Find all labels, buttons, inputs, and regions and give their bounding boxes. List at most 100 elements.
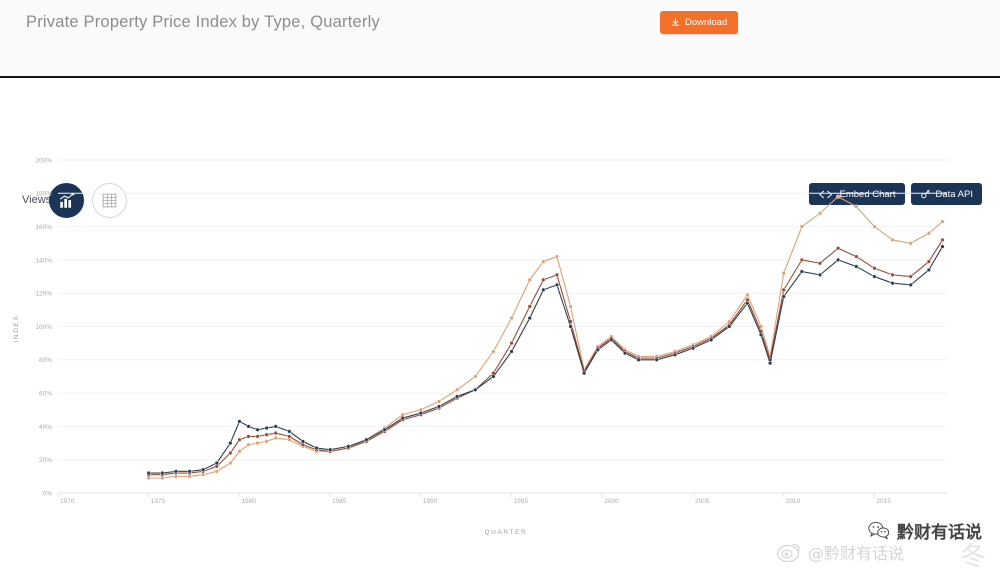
series-marker <box>554 272 560 278</box>
x-axis-tick-label: 1995 <box>514 498 529 505</box>
series-marker <box>187 469 192 474</box>
series-marker <box>926 231 931 236</box>
series-marker <box>491 374 496 379</box>
y-axis-tick-label: 100% <box>35 324 52 331</box>
x-axis-tick-label: 1985 <box>332 498 347 505</box>
x-axis-tick-label: 2000 <box>604 498 619 505</box>
series-marker <box>418 410 423 416</box>
series-marker <box>255 427 260 432</box>
weibo-eye-icon <box>776 543 800 563</box>
series-marker <box>940 244 945 249</box>
series-marker <box>382 427 387 432</box>
chart-container: 0% 20% 40% 60% 80% 100% 120% 140% 160% 180% 200% 19… <box>0 148 1000 548</box>
series-marker <box>609 337 614 342</box>
series-marker <box>654 357 659 362</box>
chart-series <box>146 194 945 481</box>
series-marker <box>554 254 560 259</box>
series-marker <box>509 341 514 346</box>
chart-page: Private Property Price Index by Type, Qu… <box>0 0 1000 580</box>
series-marker <box>287 434 292 439</box>
series-marker <box>890 281 895 286</box>
series-marker <box>836 194 841 199</box>
series-marker <box>255 434 260 439</box>
series-marker <box>890 237 895 243</box>
series-marker <box>287 429 292 434</box>
y-axis-tick-label: 200% <box>35 157 52 164</box>
series-marker <box>473 387 478 392</box>
weibo-watermark-handle: @黔财有话说 <box>807 544 904 563</box>
series-marker <box>817 211 823 216</box>
price-index-line-chart: 0% 20% 40% 60% 80% 100% 120% 140% 160% 180% 200% 19… <box>13 157 947 536</box>
y-axis-tick-label: 60% <box>39 391 52 398</box>
series-marker <box>872 274 877 279</box>
series-marker <box>727 324 732 329</box>
series-marker <box>908 241 913 246</box>
chart-toolbar: Views: Embed Chart Data API <box>0 78 1000 218</box>
series-marker <box>745 292 750 297</box>
series-marker <box>527 304 532 309</box>
series-marker <box>799 224 804 229</box>
series-marker <box>672 352 677 357</box>
series-marker <box>228 460 233 466</box>
x-axis-tick-label: 1970 <box>60 498 75 505</box>
y-axis-tick-label: 120% <box>35 291 52 298</box>
series-marker <box>237 449 242 454</box>
series-marker <box>273 435 278 441</box>
series-marker <box>622 351 628 356</box>
series-marker <box>273 424 278 429</box>
series-marker <box>364 437 369 442</box>
series-marker <box>160 470 165 476</box>
series-marker <box>491 349 496 354</box>
series-marker <box>940 237 945 243</box>
series-marker <box>872 266 877 271</box>
series-marker <box>709 337 714 342</box>
series-marker <box>908 274 913 279</box>
page-header: Private Property Price Index by Type, Qu… <box>0 0 1000 78</box>
series-marker <box>455 394 460 399</box>
series-marker <box>473 374 478 379</box>
y-axis-title: INDEX <box>13 315 20 343</box>
series-marker <box>237 419 242 424</box>
series-marker <box>817 261 823 266</box>
series-marker <box>228 440 233 446</box>
x-axis-tick-label: 2015 <box>876 498 891 505</box>
series-marker <box>568 324 573 329</box>
weibo-watermark: @黔财有话说 <box>776 540 904 564</box>
x-axis-tick-label: 2005 <box>695 498 710 505</box>
y-axis-tick-label: 80% <box>39 357 52 364</box>
page-title: Private Property Price Index by Type, Qu… <box>26 13 380 31</box>
series-marker <box>781 287 786 292</box>
series-marker <box>799 257 804 263</box>
series-marker <box>201 467 206 472</box>
series-marker <box>582 370 587 376</box>
series-marker <box>541 259 546 264</box>
series-marker <box>146 470 151 476</box>
download-button[interactable]: Download <box>660 11 739 34</box>
series-marker <box>758 332 764 337</box>
series-marker <box>314 445 319 451</box>
series-marker <box>246 442 251 447</box>
series-marker <box>890 272 895 278</box>
series-marker <box>908 282 913 288</box>
series-marker <box>817 272 823 278</box>
download-arrow-icon <box>671 18 680 26</box>
series-marker <box>595 347 600 352</box>
series-marker <box>527 316 532 321</box>
x-axis-tick-label: 1975 <box>151 498 166 505</box>
series-marker <box>264 432 269 437</box>
x-axis-title: QUARTER <box>485 529 528 536</box>
series-marker <box>854 264 859 269</box>
series-marker <box>328 447 333 452</box>
series-marker <box>940 219 945 224</box>
series-marker <box>690 346 696 351</box>
series-marker <box>509 349 514 354</box>
y-axis-tick-label: 20% <box>39 457 52 464</box>
series-marker <box>541 277 546 283</box>
series-marker <box>436 404 442 409</box>
series-marker <box>854 254 859 259</box>
series-marker <box>246 434 251 439</box>
y-axis-tick-label: 0% <box>43 490 53 497</box>
series-marker <box>799 269 804 274</box>
series-marker <box>767 361 773 366</box>
series-marker <box>554 282 560 288</box>
